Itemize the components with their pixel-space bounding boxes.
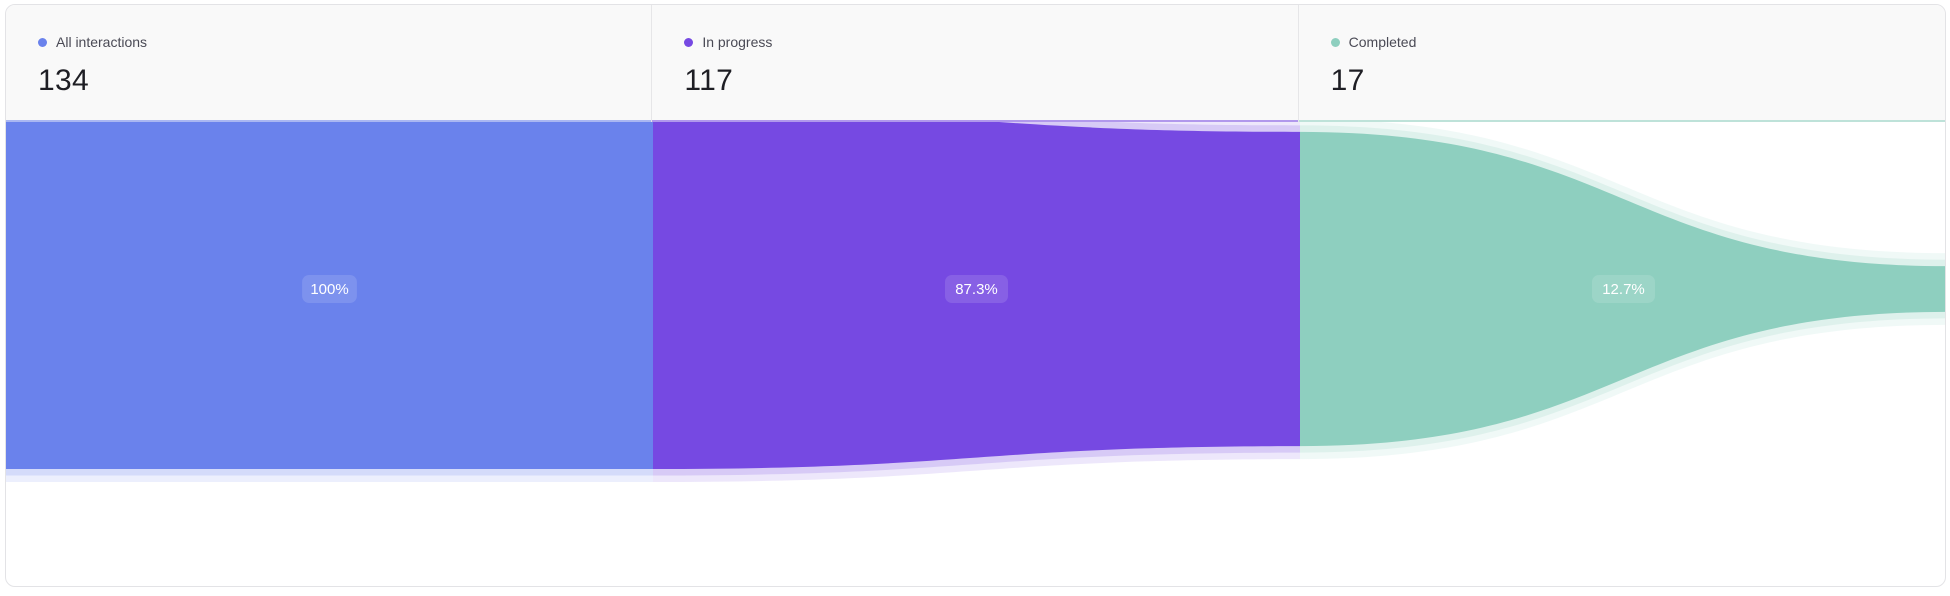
percent-label: 100% xyxy=(310,281,348,298)
stage-completed[interactable]: Completed 17 xyxy=(1298,5,1945,122)
stage-all-interactions[interactable]: All interactions 134 xyxy=(6,5,653,122)
legend-dot-icon xyxy=(1330,37,1340,47)
stage-count: 117 xyxy=(684,64,734,97)
stage-label: Completed xyxy=(1348,34,1417,50)
stage-count: 134 xyxy=(38,64,89,97)
percent-label: 12.7% xyxy=(1602,281,1645,298)
stage-label-row: All interactions xyxy=(38,32,651,52)
stage-summary-header: All interactions 134 In progress 117 Com… xyxy=(6,5,1945,122)
stage-label-row: Completed xyxy=(1330,32,1945,52)
legend-dot-icon xyxy=(684,37,694,47)
stage-count: 17 xyxy=(1330,64,1365,97)
funnel-svg: 100% 87.3% 12.7% xyxy=(6,122,1945,483)
stage-in-progress[interactable]: In progress 117 xyxy=(652,5,1299,122)
funnel-chart: 100% 87.3% 12.7% xyxy=(6,122,1945,586)
percent-label: 87.3% xyxy=(955,281,998,298)
stage-label: In progress xyxy=(702,34,773,50)
stage-label: All interactions xyxy=(56,34,148,50)
stage-label-row: In progress xyxy=(684,32,1297,52)
legend-dot-icon xyxy=(38,37,47,47)
funnel-card: All interactions 134 In progress 117 Com… xyxy=(5,4,1946,587)
